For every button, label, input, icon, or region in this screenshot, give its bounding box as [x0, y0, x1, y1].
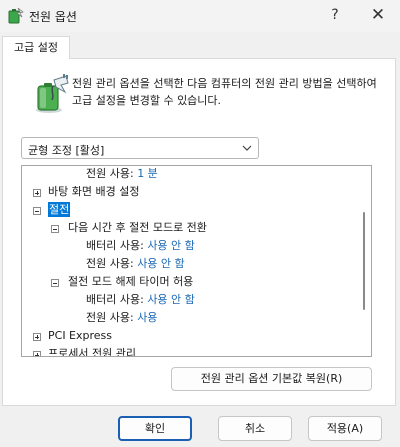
collapse-toggle-icon[interactable]	[51, 225, 59, 233]
tree-item-value[interactable]: 사용	[137, 311, 157, 324]
cancel-button[interactable]: 취소	[218, 416, 292, 441]
battery-plug-icon	[36, 74, 69, 113]
tree-item-wake-timers-plugged[interactable]: 전원 사용: 사용	[86, 309, 157, 327]
restore-defaults-button[interactable]: 전원 관리 옵션 기본값 복원(R)	[171, 367, 372, 391]
chevron-down-icon	[242, 145, 252, 151]
tree-item-value[interactable]: 사용 안 함	[147, 293, 194, 306]
close-button[interactable]: ✕	[363, 3, 393, 27]
collapse-toggle-icon[interactable]	[51, 279, 59, 287]
tree-item-label: 전원 사용:	[86, 311, 134, 324]
tree-item-power-on-value[interactable]: 전원 사용: 1 분	[86, 166, 158, 183]
tree-item-label: 배터리 사용:	[86, 239, 144, 252]
tree-item-label: 전원 사용:	[86, 167, 134, 180]
tree-item-label: 절전	[48, 202, 71, 217]
tree-item-sleep[interactable]: 절전	[48, 201, 71, 219]
tree-item-wake-timers-battery[interactable]: 배터리 사용: 사용 안 함	[86, 291, 195, 309]
help-button[interactable]: ?	[320, 3, 350, 27]
collapse-toggle-icon[interactable]	[33, 207, 41, 215]
tree-item-value[interactable]: 사용 안 함	[147, 239, 194, 252]
apply-button[interactable]: 적용(A)	[308, 416, 382, 441]
tree-item-sleep-after[interactable]: 다음 시간 후 절전 모드로 전환	[68, 219, 207, 237]
tree-item-label: 배터리 사용:	[86, 293, 144, 306]
tree-item-sleep-after-battery[interactable]: 배터리 사용: 사용 안 함	[86, 237, 195, 255]
title-bar: 전원 옵션 ? ✕	[0, 0, 400, 32]
tree-item-label: PCI Express	[48, 329, 113, 342]
power-plan-selected: 균형 조정 [활성]	[28, 144, 105, 157]
window-title: 전원 옵션	[29, 10, 77, 24]
tree-item-label: 프로세서 전원 관리	[48, 347, 136, 357]
tree-item-pci-express[interactable]: PCI Express	[48, 327, 112, 345]
tab-advanced-settings[interactable]: 고급 설정	[2, 36, 70, 59]
expand-toggle-icon[interactable]	[33, 351, 41, 356]
tree-item-label: 바탕 화면 배경 설정	[48, 185, 140, 198]
ok-button[interactable]: 확인	[118, 416, 192, 441]
tree-item-label: 절전 모드 해제 타이머 허용	[68, 275, 194, 288]
tree-item-value[interactable]: 사용 안 함	[137, 257, 184, 270]
tree-item-processor-power[interactable]: 프로세서 전원 관리	[48, 345, 136, 357]
description-text: 전원 관리 옵션을 선택한 다음 컴퓨터의 전원 관리 방법을 선택하여 고급 …	[72, 77, 377, 107]
tree-scrollbar[interactable]	[363, 212, 365, 310]
tree-item-desktop-background[interactable]: 바탕 화면 배경 설정	[48, 183, 139, 201]
tree-item-label: 전원 사용:	[86, 257, 134, 270]
expand-toggle-icon[interactable]	[33, 333, 41, 341]
tree-item-wake-timers[interactable]: 절전 모드 해제 타이머 허용	[68, 273, 193, 291]
tree-item-label: 다음 시간 후 절전 모드로 전환	[68, 221, 207, 234]
tree-item-value[interactable]: 1 분	[137, 167, 158, 180]
tree-item-sleep-after-plugged[interactable]: 전원 사용: 사용 안 함	[86, 255, 185, 273]
settings-tree[interactable]: 전원 사용: 1 분 바탕 화면 배경 설정 절전 다음 시간 후 절전 모드로…	[21, 165, 372, 357]
power-plan-dropdown[interactable]: 균형 조정 [활성]	[21, 137, 259, 159]
expand-toggle-icon[interactable]	[33, 189, 41, 197]
power-options-icon	[8, 7, 24, 24]
